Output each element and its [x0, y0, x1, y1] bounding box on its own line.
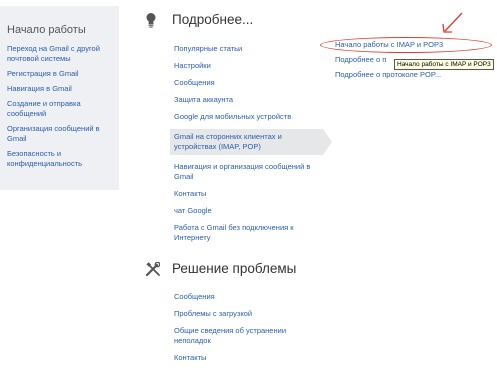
link-tooltip: Начало работы с IMAP и POP3 — [394, 59, 494, 70]
lightbulb-icon — [146, 13, 156, 28]
more-nav-list: Популярные статьи Настройки Сообщения За… — [170, 44, 332, 250]
section-troubleshoot-title: Решение проблемы — [172, 261, 297, 276]
annotation-arrow-icon — [442, 12, 463, 33]
section-more-title: Подробнее... — [172, 12, 254, 27]
nav-item-imap-pop[interactable]: Gmail на сторонних клиентах и устройства… — [170, 129, 332, 155]
nav-item-popular[interactable]: Популярные статьи — [174, 44, 314, 54]
sidebar-item-security[interactable]: Безопасность и конфиденциальность — [7, 149, 115, 169]
sidebar-list: Переход на Gmail с другой почтовой систе… — [7, 44, 119, 169]
section-more-header: Подробнее... — [172, 12, 253, 27]
nav-item-settings[interactable]: Настройки — [174, 61, 314, 71]
troubleshoot-nav-list: Сообщения Проблемы с загрузкой Общие све… — [174, 292, 314, 370]
sidebar-item-compose[interactable]: Создание и отправка сообщений — [7, 99, 115, 119]
nav-item-messages[interactable]: Сообщения — [174, 78, 314, 88]
sidebar-item-switch-to-gmail[interactable]: Переход на Gmail с другой почтовой систе… — [7, 44, 115, 64]
sidebar-item-organize[interactable]: Организация сообщений в Gmail — [7, 124, 115, 144]
sidebar-title: Начало работы — [7, 24, 86, 36]
ts-item-loading[interactable]: Проблемы с загрузкой — [174, 309, 314, 319]
nav-item-organize[interactable]: Навигация и организация сообщений в Gmai… — [174, 162, 314, 182]
ts-item-messages[interactable]: Сообщения — [174, 292, 314, 302]
sidebar-item-registration[interactable]: Регистрация в Gmail — [7, 69, 115, 79]
link-more-about-pop[interactable]: Подробнее о протоколе POP... — [335, 70, 443, 80]
nav-item-chat[interactable]: чат Google — [174, 206, 314, 216]
tools-icon — [146, 262, 160, 276]
ts-item-contacts[interactable]: Контакты — [174, 353, 314, 363]
ts-item-general[interactable]: Общие сведения об устранении неполадок — [174, 326, 314, 346]
nav-item-account-security[interactable]: Защита аккаунта — [174, 95, 314, 105]
sidebar: Начало работы Переход на Gmail с другой … — [0, 6, 119, 190]
section-troubleshoot-header: Решение проблемы — [172, 261, 296, 276]
nav-item-mobile[interactable]: Google для мобильных устройств — [174, 112, 314, 122]
nav-item-contacts[interactable]: Контакты — [174, 189, 314, 199]
nav-item-offline[interactable]: Работа с Gmail без подключения к Интерне… — [174, 223, 314, 243]
sidebar-item-navigation[interactable]: Навигация в Gmail — [7, 84, 115, 94]
highlight-ellipse — [320, 37, 492, 53]
